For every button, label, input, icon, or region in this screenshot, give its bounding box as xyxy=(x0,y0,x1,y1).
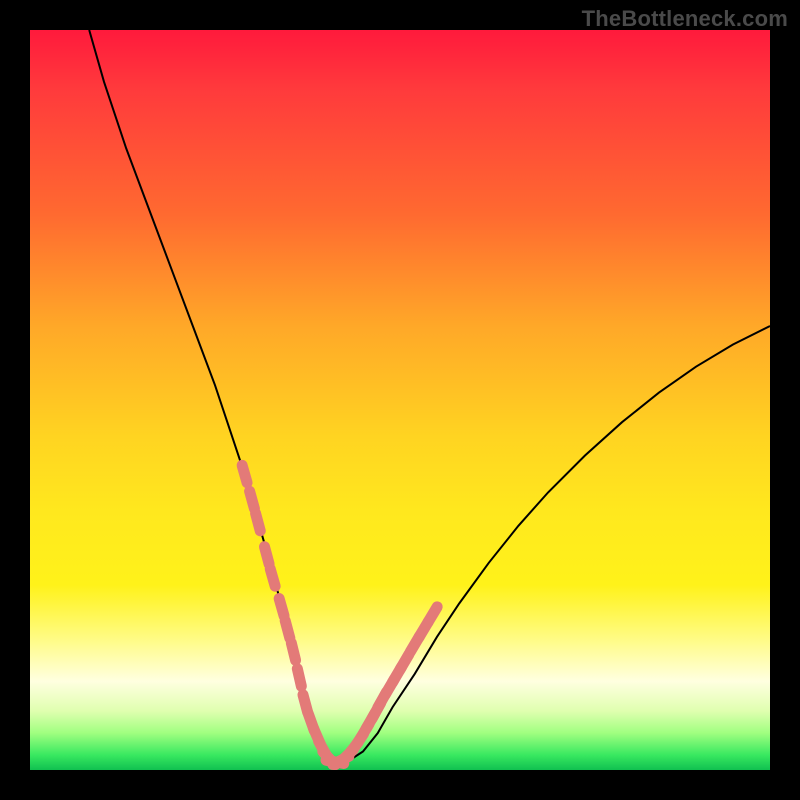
bottleneck-curve xyxy=(89,30,770,763)
highlight-marker xyxy=(242,465,247,482)
highlight-marker xyxy=(297,669,301,687)
highlight-marker xyxy=(291,643,295,660)
highlight-marker xyxy=(256,513,261,530)
highlight-marker xyxy=(285,621,290,638)
highlight-marker xyxy=(279,599,284,616)
bottleneck-curve-plot xyxy=(30,30,770,770)
highlight-marker xyxy=(250,491,255,508)
watermark-text: TheBottleneck.com xyxy=(582,6,788,32)
chart-area xyxy=(30,30,770,770)
highlight-marker xyxy=(270,569,275,586)
highlight-marker xyxy=(264,547,269,564)
highlight-markers xyxy=(242,465,437,764)
highlight-marker xyxy=(428,607,437,622)
